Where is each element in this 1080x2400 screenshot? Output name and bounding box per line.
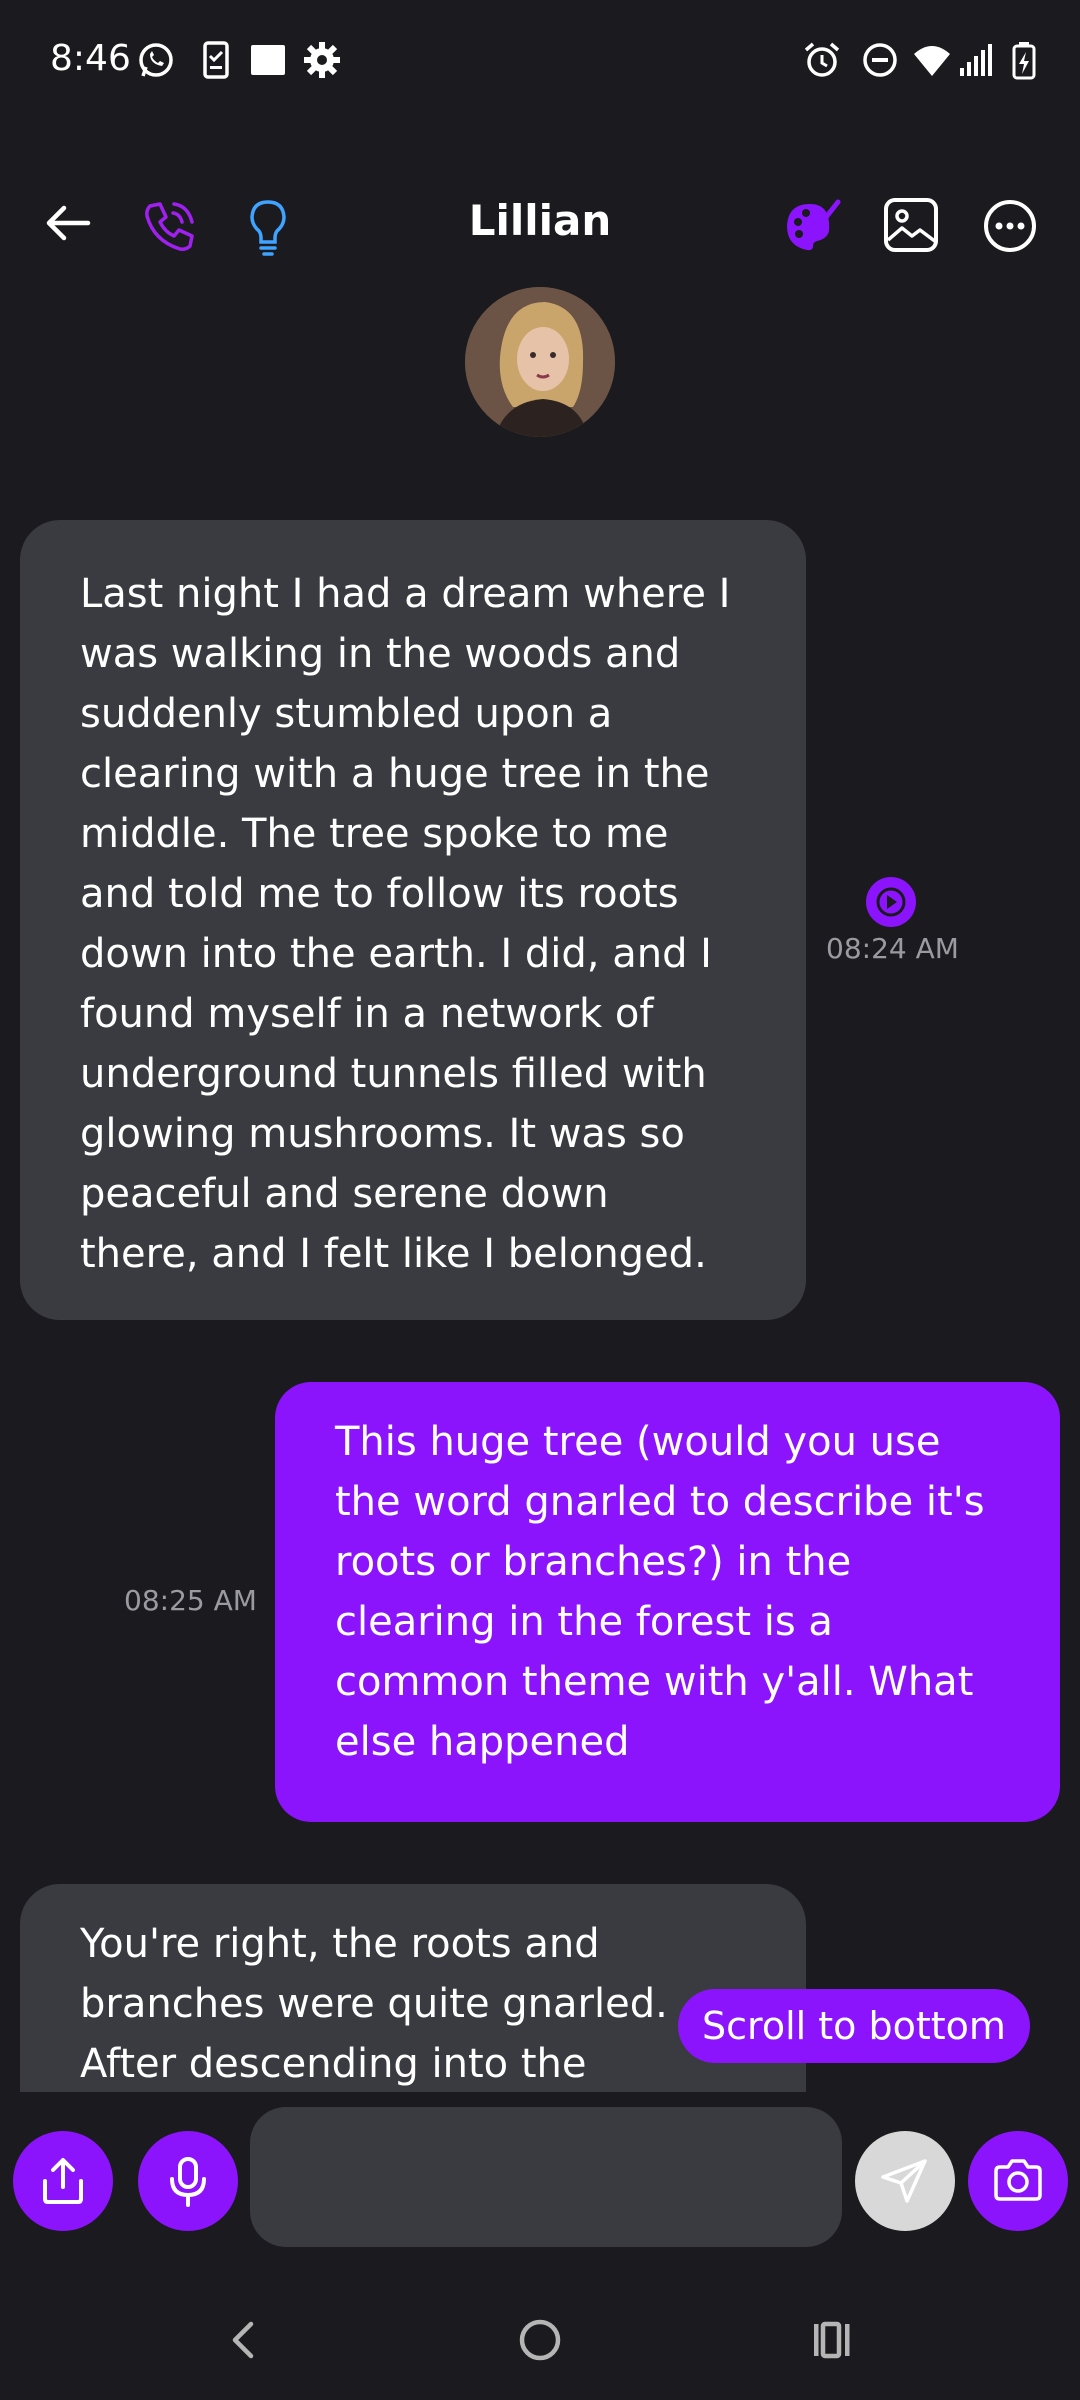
image-gallery-icon[interactable]: [882, 196, 940, 254]
message-text: Last night I had a dream where I was wal…: [80, 571, 731, 1277]
share-icon: [43, 2158, 83, 2204]
send-button[interactable]: [855, 2131, 955, 2231]
share-button[interactable]: [13, 2131, 113, 2231]
camera-button[interactable]: [968, 2131, 1068, 2231]
chat-screen: 8:46 Lillian Last night I had a dream wh…: [0, 0, 1080, 2400]
lightbulb-icon[interactable]: [240, 196, 296, 258]
contact-name[interactable]: Lillian: [340, 196, 740, 245]
palette-icon[interactable]: [780, 196, 842, 258]
signal-icon: [960, 44, 992, 76]
whatsapp-icon: [139, 43, 173, 77]
incoming-message[interactable]: Last night I had a dream where I was wal…: [20, 520, 806, 1320]
outgoing-message[interactable]: This huge tree (would you use the word g…: [275, 1382, 1060, 1822]
message-text: This huge tree (would you use the word g…: [335, 1419, 985, 1765]
nav-home-icon[interactable]: [510, 2310, 570, 2370]
phone-checklist-icon: [203, 41, 229, 79]
camera-icon: [994, 2159, 1042, 2201]
back-button[interactable]: [38, 192, 100, 254]
wifi-icon: [914, 46, 950, 76]
incoming-message[interactable]: You're right, the roots and branches wer…: [20, 1884, 806, 2092]
settings-icon: [304, 42, 340, 78]
message-timestamp: 08:24 AM: [826, 932, 959, 965]
avatar[interactable]: [465, 287, 615, 437]
nav-recents-icon[interactable]: [804, 2310, 864, 2370]
more-options-icon[interactable]: [982, 198, 1038, 254]
message-text: You're right, the roots and branches wer…: [80, 1921, 668, 2087]
square-icon: [251, 45, 285, 75]
status-time: 8:46: [50, 38, 131, 79]
avatar-image: [465, 287, 615, 437]
battery-charging-icon: [1012, 42, 1036, 80]
send-icon: [881, 2159, 927, 2203]
voice-call-button[interactable]: [138, 196, 200, 258]
message-list[interactable]: Last night I had a dream where I was wal…: [0, 460, 1080, 2092]
play-audio-icon[interactable]: [865, 876, 917, 928]
message-input[interactable]: [250, 2107, 842, 2247]
message-timestamp: 08:25 AM: [124, 1584, 257, 1617]
do-not-disturb-icon: [863, 43, 897, 77]
scroll-to-bottom-button[interactable]: Scroll to bottom: [678, 1989, 1030, 2063]
nav-back-icon[interactable]: [215, 2310, 275, 2370]
status-bar: 8:46: [0, 0, 1080, 125]
alarm-icon: [804, 42, 840, 77]
voice-record-button[interactable]: [138, 2131, 238, 2231]
microphone-icon: [170, 2157, 206, 2207]
